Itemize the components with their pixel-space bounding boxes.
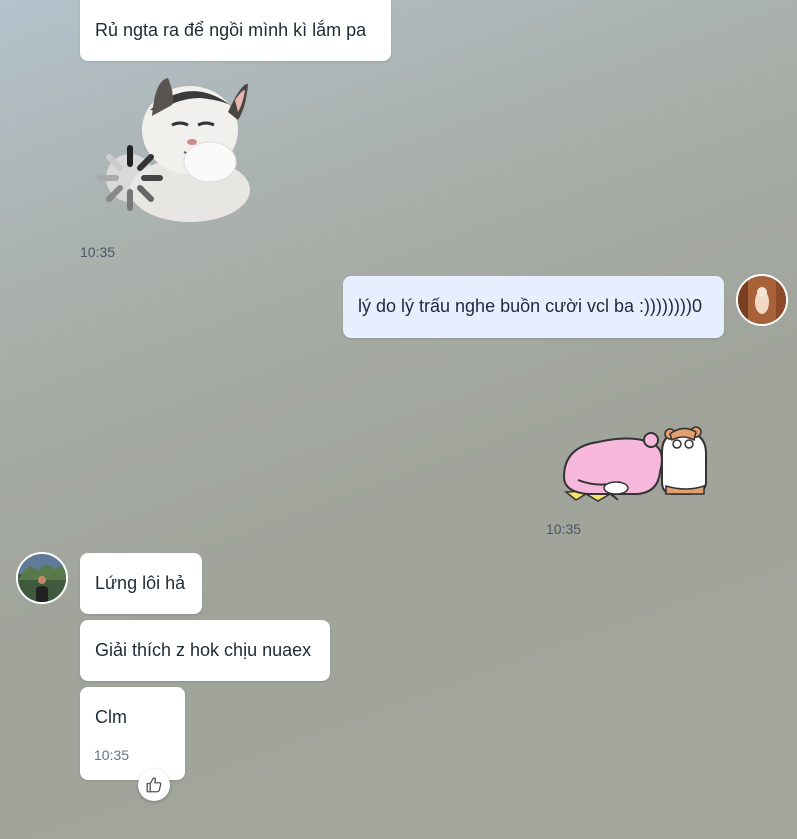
message-bubble[interactable]: Clm 10:35	[80, 687, 185, 780]
message-time: 10:35	[546, 521, 582, 537]
message-time: 10:35	[94, 747, 130, 763]
cat-sticker[interactable]	[80, 70, 255, 225]
my-avatar[interactable]	[736, 274, 788, 326]
message-text: Lứng lôi hả	[95, 572, 186, 593]
message-bubble[interactable]: Rủ ngta ra để ngồi mình kì lắm pa	[80, 0, 391, 61]
message-text: Giải thích z hok chịu nuaex	[95, 639, 312, 660]
thumbs-up-icon	[146, 777, 162, 793]
message-bubble-outgoing[interactable]: lý do lý trấu nghe buồn cười vcl ba :)))…	[343, 276, 724, 338]
chat-area: Rủ ngta ra để ngồi mình kì lắm pa 10:35 …	[0, 0, 797, 839]
message-text: lý do lý trấu nghe buồn cười vcl ba :)))…	[358, 296, 702, 317]
message-time: 10:35	[80, 244, 116, 260]
message-bubble[interactable]: Lứng lôi hả	[80, 553, 202, 614]
friend-avatar[interactable]	[16, 552, 68, 604]
like-reaction-button[interactable]	[138, 769, 170, 801]
pink-bear-sticker[interactable]	[558, 422, 713, 507]
message-text: Rủ ngta ra để ngồi mình kì lắm pa	[95, 19, 367, 40]
message-text: Clm	[95, 707, 127, 727]
loading-spinner-icon	[97, 145, 163, 211]
message-bubble[interactable]: Giải thích z hok chịu nuaex	[80, 620, 330, 681]
